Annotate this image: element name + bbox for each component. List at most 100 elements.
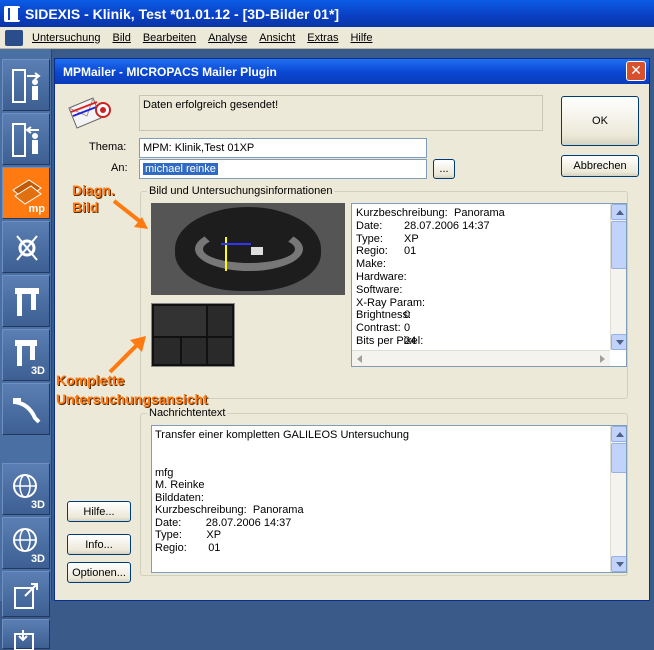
info-row: Date: 28.07.2006 14:37 <box>354 220 608 233</box>
menu-untersuchung[interactable]: Untersuchung <box>32 32 101 44</box>
measure-button[interactable] <box>2 221 50 273</box>
info-horizontal-scrollbar[interactable] <box>352 350 610 366</box>
xray-3d-button[interactable]: 3D <box>2 329 50 381</box>
xray-unit-icon <box>15 288 39 316</box>
menu-bar: Untersuchung Bild Bearbeiten Analyse Ans… <box>0 27 654 49</box>
image-info-list[interactable]: Kurzbeschreibung: Panorama Date: 28.07.2006… <box>351 203 627 367</box>
info-row: Bits per Pixel: 24 <box>354 335 608 348</box>
scroll-up-button[interactable] <box>611 204 626 220</box>
info-row: Brightness: 0 <box>354 309 608 322</box>
message-line: Type: XP <box>155 529 222 541</box>
menu-bild[interactable]: Bild <box>113 32 131 44</box>
an-label: An: <box>111 162 128 174</box>
message-lines: Transfer einer kompletten GALILEOS Unter… <box>155 429 606 554</box>
close-button[interactable]: ✕ <box>626 61 646 81</box>
options-button[interactable]: Optionen... <box>67 562 131 583</box>
thumb-pane-1 <box>154 338 180 364</box>
info-row: Type: XP <box>354 233 608 246</box>
info-row: Hardware: <box>354 271 608 284</box>
globe-3d-alt-icon <box>13 528 37 552</box>
import-icon <box>14 630 34 650</box>
exit-patient-button[interactable] <box>2 59 50 111</box>
jaw-arch-shape <box>195 227 303 271</box>
cancel-button[interactable]: Abbrechen <box>561 155 639 177</box>
info-row: Kurzbeschreibung: Panorama <box>354 207 608 220</box>
tooth-measure-icon <box>16 235 38 261</box>
dialog-title: MPMailer - MICROPACS Mailer Plugin <box>63 64 277 79</box>
scroll-left-button[interactable] <box>352 351 368 366</box>
arrow-to-diagnostic-image <box>112 199 148 229</box>
recipient-input[interactable]: michael reinke <box>139 159 427 179</box>
scroll-right-button[interactable] <box>594 351 610 366</box>
menu-bearbeiten[interactable]: Bearbeiten <box>143 32 196 44</box>
message-line: Date: 28.07.2006 14:37 <box>155 516 292 529</box>
door-exit-person-icon <box>12 69 41 103</box>
thumb-pane-panorama <box>154 306 206 336</box>
arrow-to-complete-study <box>108 336 146 374</box>
export-icon <box>14 583 38 609</box>
complete-study-thumbnail[interactable] <box>151 303 235 367</box>
sidexis-menu-icon[interactable] <box>5 29 23 46</box>
info-value: XP <box>404 232 419 245</box>
info-value: Panorama <box>454 207 505 219</box>
message-group-title: Nachrichtentext <box>147 407 228 419</box>
door-enter-person-icon <box>12 123 39 157</box>
diagnostic-image[interactable] <box>151 203 345 295</box>
scroll-thumb[interactable] <box>611 221 626 269</box>
thumb-pane-2 <box>182 338 206 364</box>
info-row: X-Ray Param: <box>354 297 608 310</box>
menu-ansicht[interactable]: Ansicht <box>259 32 295 44</box>
info-key: Type: <box>356 232 383 245</box>
thema-input[interactable]: MPM: Klinik,Test 01XP <box>139 138 427 158</box>
info-key: Kurzbeschreibung: <box>356 207 448 219</box>
info-key: Contrast: <box>356 322 401 335</box>
info-key: Regio: <box>356 245 388 258</box>
browse-recipient-button[interactable]: ... <box>433 159 455 179</box>
scroll-down-button[interactable] <box>611 334 626 350</box>
info-rows: Kurzbeschreibung: Panorama Date: 28.07.2006… <box>354 207 608 348</box>
message-scroll-thumb[interactable] <box>611 443 626 473</box>
mpmailer-icon <box>12 179 42 205</box>
thumb-pane-3 <box>208 338 232 364</box>
message-textarea[interactable]: Transfer einer kompletten GALILEOS Unter… <box>151 425 627 573</box>
intraoral-sensor-icon <box>13 398 41 424</box>
message-line: Regio: 01 <box>155 541 221 554</box>
view-3d-alt-label: 3D <box>30 553 45 565</box>
message-vertical-scrollbar[interactable] <box>610 426 626 572</box>
menu-extras[interactable]: Extras <box>307 32 338 44</box>
xray-button[interactable] <box>2 275 50 327</box>
menu-analyse[interactable]: Analyse <box>208 32 247 44</box>
message-line: M. Reinke <box>155 479 205 491</box>
help-button[interactable]: Hilfe... <box>67 501 131 522</box>
info-key: Hardware: <box>356 270 407 283</box>
image-info-group-title: Bild und Untersuchungsinformationen <box>147 185 335 197</box>
implant-shape <box>251 247 263 255</box>
enter-patient-button[interactable] <box>2 113 50 165</box>
view-3d-label: 3D <box>30 499 45 511</box>
sidexis-app-icon <box>4 5 20 22</box>
dialog-titlebar: MPMailer - MICROPACS Mailer Plugin ✕ <box>55 59 649 84</box>
mail-stamp-icon <box>68 97 111 129</box>
view-3d-alt-button[interactable]: 3D <box>2 517 50 569</box>
message-line <box>155 454 606 467</box>
view-3d-button[interactable]: 3D <box>2 463 50 515</box>
thumb-pane-axial <box>208 306 232 336</box>
info-vertical-scrollbar[interactable] <box>610 204 626 350</box>
message-line <box>155 442 606 455</box>
info-key: Date: <box>356 219 383 232</box>
menu-hilfe[interactable]: Hilfe <box>350 32 372 44</box>
ok-button[interactable]: OK <box>561 96 639 146</box>
message-scroll-up-button[interactable] <box>611 426 626 442</box>
import-button[interactable] <box>2 619 50 650</box>
sensor-button[interactable] <box>2 383 50 435</box>
message-line: Kurzbeschreibung: Panorama <box>155 504 304 516</box>
message-scroll-down-button[interactable] <box>611 556 626 572</box>
info-key: Software: <box>356 283 403 296</box>
app-titlebar: SIDEXIS - Klinik, Test *01.01.12 - [3D-B… <box>0 0 654 27</box>
export-button[interactable] <box>2 571 50 617</box>
info-row: Make: <box>354 258 608 271</box>
info-key: X-Ray Param: <box>356 296 426 309</box>
thema-label: Thema: <box>89 141 127 153</box>
mpmailer-button[interactable]: mp <box>2 167 50 219</box>
info-button[interactable]: Info... <box>67 534 131 555</box>
